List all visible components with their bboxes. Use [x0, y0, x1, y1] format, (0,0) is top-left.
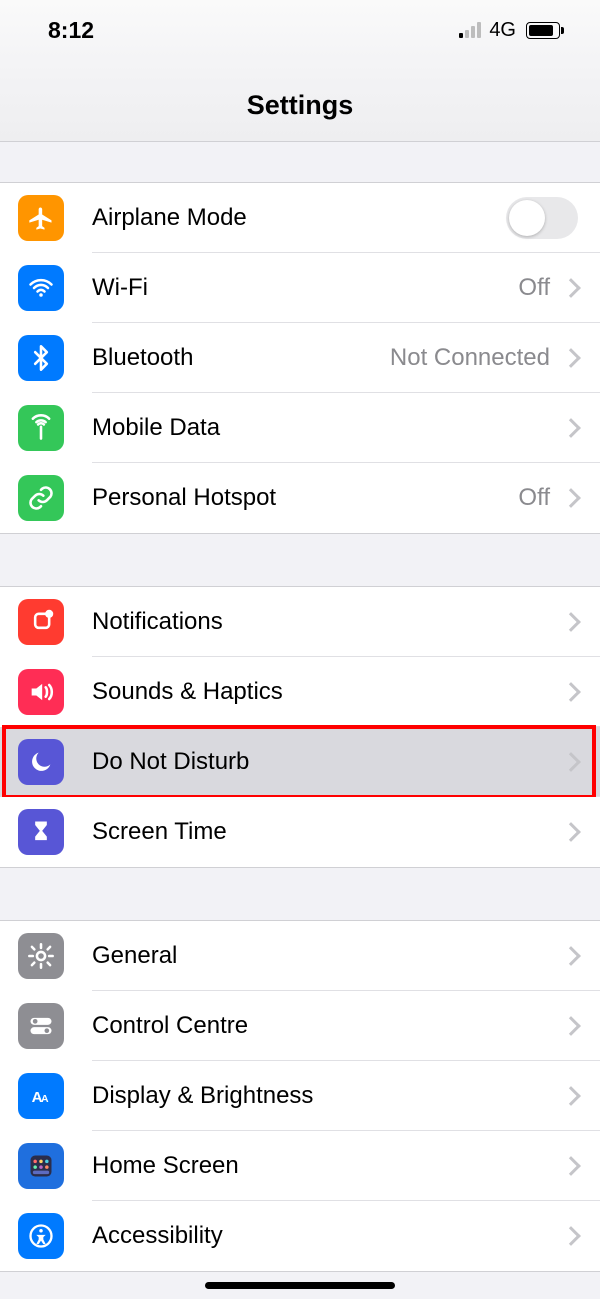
- speaker-icon: [18, 669, 64, 715]
- chevron-right-icon: [561, 1086, 581, 1106]
- link-icon: [18, 475, 64, 521]
- wifi-icon: [18, 265, 64, 311]
- chevron-right-icon: [561, 752, 581, 772]
- grid-icon: [18, 1143, 64, 1189]
- status-right: 4G: [459, 19, 564, 42]
- aa-icon: AA: [18, 1073, 64, 1119]
- row-hotspot[interactable]: Personal HotspotOff: [0, 463, 600, 533]
- status-time: 8:12: [48, 17, 94, 44]
- moon-icon: [18, 739, 64, 785]
- row-general[interactable]: General: [0, 921, 600, 991]
- row-label: Display & Brightness: [92, 1082, 558, 1110]
- row-label: Do Not Disturb: [92, 748, 558, 776]
- chevron-right-icon: [561, 1016, 581, 1036]
- switches-icon: [18, 1003, 64, 1049]
- row-label: Airplane Mode: [92, 204, 506, 232]
- chevron-right-icon: [561, 278, 581, 298]
- row-label: Accessibility: [92, 1222, 558, 1250]
- row-dnd[interactable]: Do Not Disturb: [0, 727, 600, 797]
- row-value: Off: [518, 484, 550, 512]
- row-wifi[interactable]: Wi-FiOff: [0, 253, 600, 323]
- status-bar: 8:12 4G: [0, 0, 600, 60]
- person-icon: [18, 1213, 64, 1259]
- bell-icon: [18, 599, 64, 645]
- row-label: Notifications: [92, 608, 558, 636]
- row-homescreen[interactable]: Home Screen: [0, 1131, 600, 1201]
- chevron-right-icon: [561, 946, 581, 966]
- cellular-signal-icon: [459, 22, 481, 38]
- row-label: Bluetooth: [92, 344, 390, 372]
- home-indicator[interactable]: [205, 1282, 395, 1289]
- row-label: Mobile Data: [92, 414, 558, 442]
- row-value: Off: [518, 274, 550, 302]
- row-label: Personal Hotspot: [92, 484, 518, 512]
- chevron-right-icon: [561, 612, 581, 632]
- chevron-right-icon: [561, 418, 581, 438]
- row-label: General: [92, 942, 558, 970]
- chevron-right-icon: [561, 1156, 581, 1176]
- row-display[interactable]: AA Display & Brightness: [0, 1061, 600, 1131]
- row-label: Home Screen: [92, 1152, 558, 1180]
- chevron-right-icon: [561, 682, 581, 702]
- page-title: Settings: [0, 90, 600, 121]
- row-sounds[interactable]: Sounds & Haptics: [0, 657, 600, 727]
- row-screentime[interactable]: Screen Time: [0, 797, 600, 867]
- battery-icon: [526, 22, 564, 39]
- settings-section: Notifications Sounds & Haptics Do Not Dist…: [0, 586, 600, 868]
- bluetooth-icon: [18, 335, 64, 381]
- row-label: Sounds & Haptics: [92, 678, 558, 706]
- settings-section: Airplane ModeWi-FiOffBluetoothNot Connec…: [0, 182, 600, 534]
- svg-text:A: A: [41, 1093, 49, 1105]
- chevron-right-icon: [561, 822, 581, 842]
- row-notifications[interactable]: Notifications: [0, 587, 600, 657]
- gear-icon: [18, 933, 64, 979]
- antenna-icon: [18, 405, 64, 451]
- settings-section: General Control Centre AA Display & Brightn…: [0, 920, 600, 1272]
- airplane-toggle[interactable]: [506, 197, 578, 239]
- airplane-icon: [18, 195, 64, 241]
- network-type: 4G: [489, 19, 516, 42]
- row-accessibility[interactable]: Accessibility: [0, 1201, 600, 1271]
- hourglass-icon: [18, 809, 64, 855]
- row-value: Not Connected: [390, 344, 550, 372]
- row-mobile[interactable]: Mobile Data: [0, 393, 600, 463]
- row-label: Control Centre: [92, 1012, 558, 1040]
- row-label: Wi-Fi: [92, 274, 518, 302]
- row-airplane[interactable]: Airplane Mode: [0, 183, 600, 253]
- row-control[interactable]: Control Centre: [0, 991, 600, 1061]
- chevron-right-icon: [561, 348, 581, 368]
- chevron-right-icon: [561, 1226, 581, 1246]
- chevron-right-icon: [561, 488, 581, 508]
- title-bar: Settings: [0, 60, 600, 142]
- row-bluetooth[interactable]: BluetoothNot Connected: [0, 323, 600, 393]
- row-label: Screen Time: [92, 818, 558, 846]
